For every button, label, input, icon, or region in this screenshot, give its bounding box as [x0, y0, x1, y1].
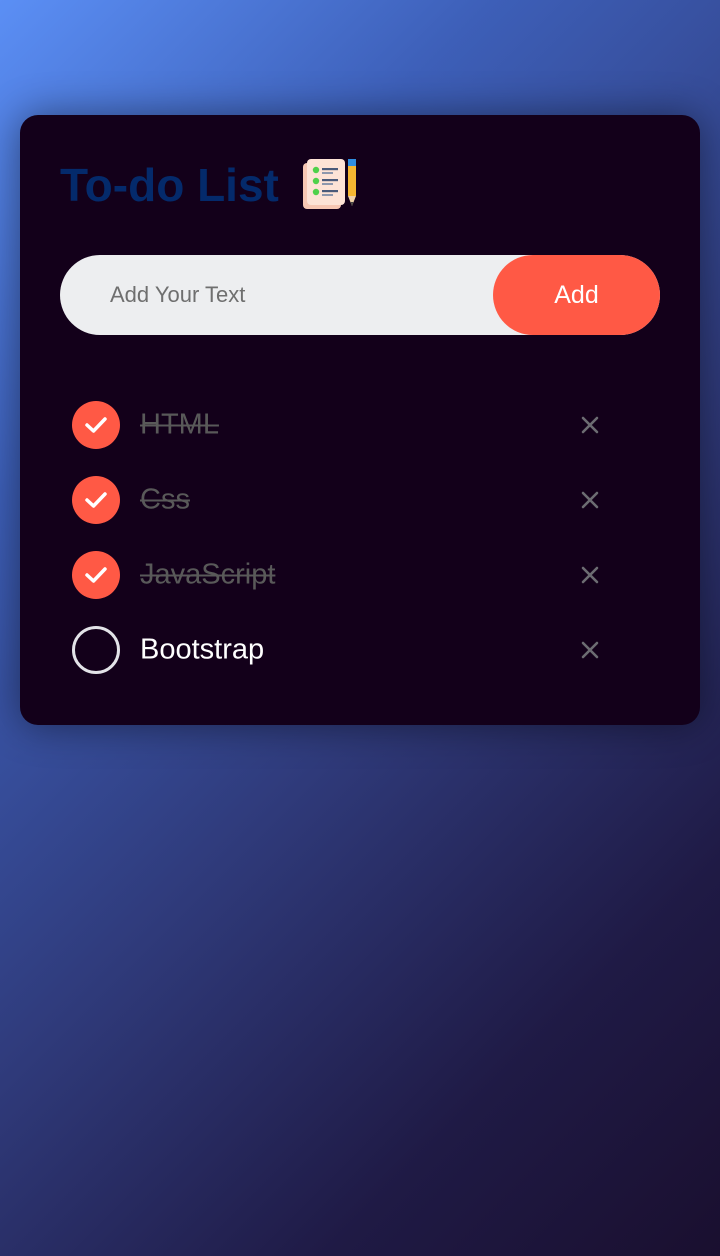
checked-checkbox-icon[interactable] — [72, 550, 120, 599]
add-button[interactable]: Add — [493, 255, 660, 335]
add-task-bar: Add — [60, 255, 660, 335]
close-icon[interactable] — [580, 490, 600, 510]
task-label: Css — [140, 483, 190, 515]
task-item-css[interactable]: Css — [60, 462, 660, 537]
todo-card: To-do List Add HTML — [20, 115, 700, 725]
task-item-javascript[interactable]: JavaScript — [60, 537, 660, 612]
task-item-html[interactable]: HTML — [60, 387, 660, 462]
task-label: HTML — [140, 408, 219, 440]
close-icon[interactable] — [580, 415, 600, 435]
page-title: To-do List — [60, 159, 279, 211]
checked-checkbox-icon[interactable] — [72, 400, 120, 449]
task-input[interactable] — [110, 255, 490, 335]
task-item-bootstrap[interactable]: Bootstrap — [60, 612, 660, 687]
task-list: HTML Css JavaScript Bootstrap — [60, 387, 660, 687]
task-label: Bootstrap — [140, 633, 265, 665]
notepad-checklist-icon — [302, 159, 356, 209]
checked-checkbox-icon[interactable] — [72, 475, 120, 524]
unchecked-checkbox-icon[interactable] — [72, 625, 120, 674]
close-icon[interactable] — [580, 565, 600, 585]
task-label: JavaScript — [140, 558, 276, 590]
close-icon[interactable] — [580, 640, 600, 660]
header: To-do List — [60, 155, 660, 215]
